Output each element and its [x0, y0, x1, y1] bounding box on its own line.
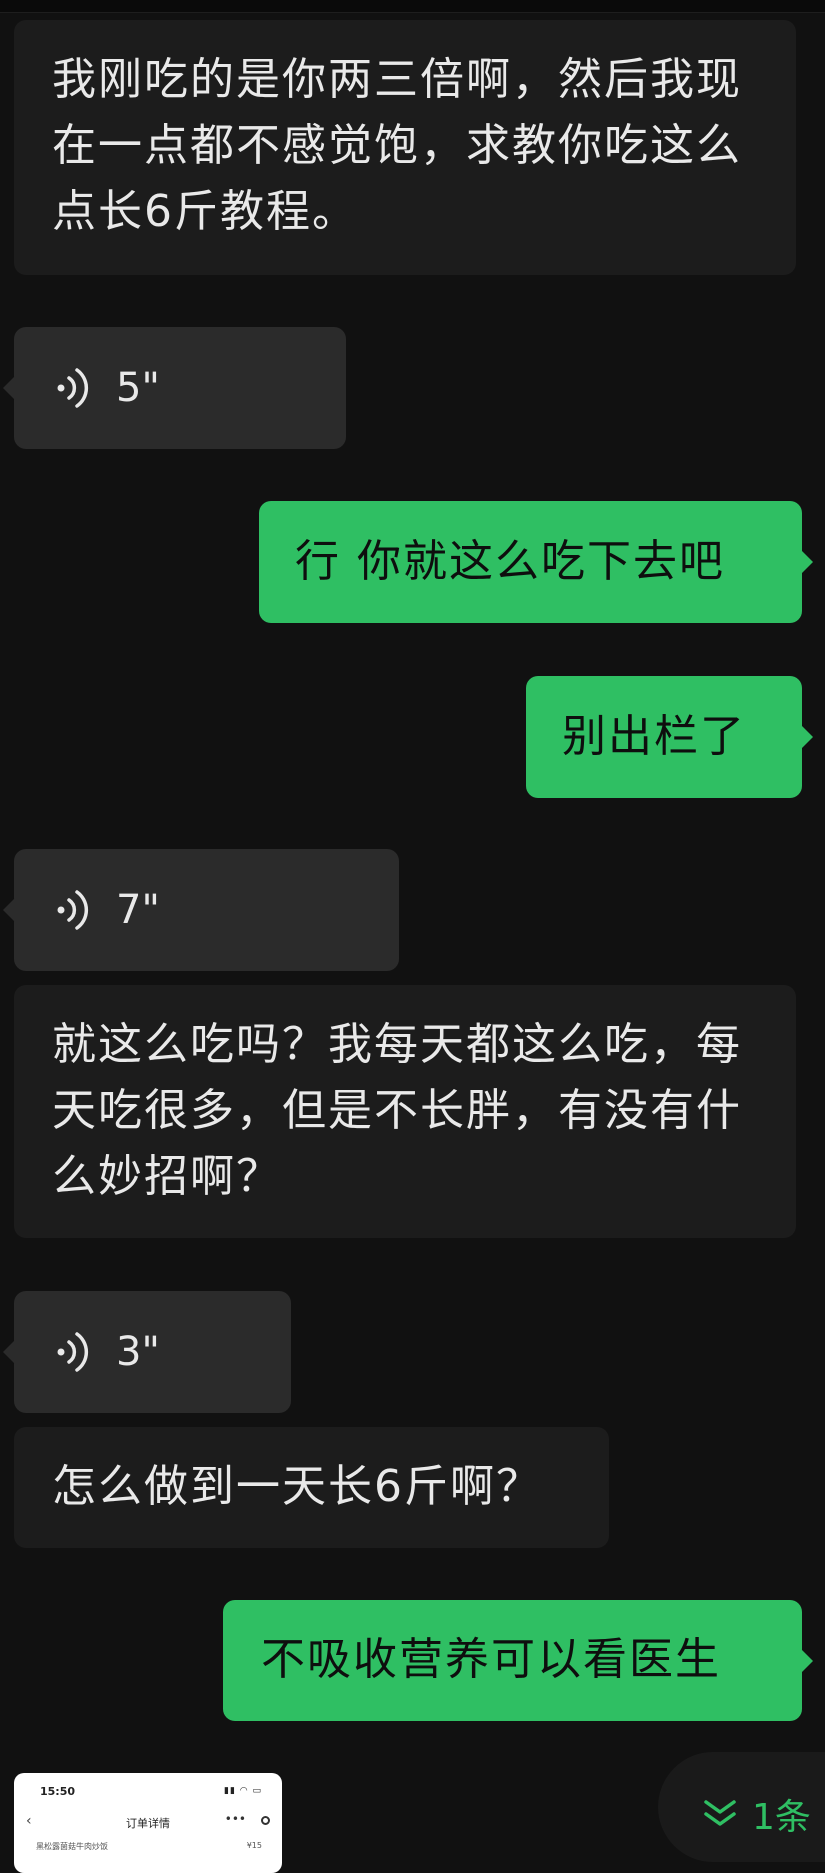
message-text: 不吸收营养可以看医生	[261, 1634, 721, 1685]
bubble-tail	[801, 550, 813, 574]
message-text: 怎么做到一天长6斤啊？	[52, 1461, 542, 1512]
message-text: 我刚吃的是你两三倍啊，然后我现在一点都不感觉饱，求教你吃这么点长6斤教程。	[52, 54, 742, 237]
incoming-message[interactable]: 就这么吃吗？我每天都这么吃，每天吃很多，但是不长胖，有没有什么妙招啊？	[14, 985, 796, 1238]
outgoing-message[interactable]: 不吸收营养可以看医生	[223, 1600, 813, 1721]
preview-status-icons: ▮▮ ◠ ▭	[224, 1786, 262, 1796]
voice-message[interactable]: 7"	[3, 849, 399, 971]
voice-wave-icon	[57, 1332, 89, 1372]
incoming-message[interactable]: 我刚吃的是你两三倍啊，然后我现在一点都不感觉饱，求教你吃这么点长6斤教程。	[14, 20, 796, 275]
preview-item-name: 黑松露菌菇牛肉炒饭	[36, 1842, 108, 1851]
outgoing-message[interactable]: 行 你就这么吃下去吧	[259, 501, 813, 623]
bubble-tail	[801, 1648, 813, 1673]
message-text: 行 你就这么吃下去吧	[295, 536, 725, 587]
outgoing-message[interactable]: 别出栏了	[526, 676, 813, 798]
bubble-tail	[3, 376, 15, 400]
incoming-message[interactable]: 怎么做到一天长6斤啊？	[14, 1427, 609, 1548]
voice-duration: 3"	[116, 1329, 160, 1375]
image-message-thumbnail[interactable]: 15:50 ▮▮ ◠ ▭ ‹ 订单详情 ••• 黑松露菌菇牛肉炒饭 ¥15	[14, 1773, 282, 1873]
bubble-tail	[801, 725, 813, 749]
preview-item-price: ¥15	[246, 1841, 262, 1850]
message-text: 就这么吃吗？我每天都这么吃，每天吃很多，但是不长胖，有没有什么妙招啊？	[52, 1019, 742, 1202]
new-messages-button[interactable]: 1条	[658, 1752, 825, 1862]
bubble-tail	[3, 1340, 15, 1364]
voice-message[interactable]: 3"	[3, 1291, 291, 1413]
voice-wave-icon	[57, 368, 89, 408]
message-text: 别出栏了	[562, 711, 746, 762]
voice-wave-icon	[57, 890, 89, 930]
new-messages-count: 1条	[752, 1797, 811, 1838]
preview-close-icon	[261, 1816, 270, 1825]
preview-status-time: 15:50	[40, 1785, 76, 1798]
double-chevron-down-icon	[704, 1800, 736, 1826]
voice-duration: 7"	[116, 887, 160, 933]
preview-more-icon: •••	[224, 1812, 246, 1826]
top-edge	[0, 0, 825, 13]
voice-message[interactable]: 5"	[3, 327, 346, 449]
bubble-tail	[3, 898, 15, 922]
voice-duration: 5"	[116, 365, 160, 411]
